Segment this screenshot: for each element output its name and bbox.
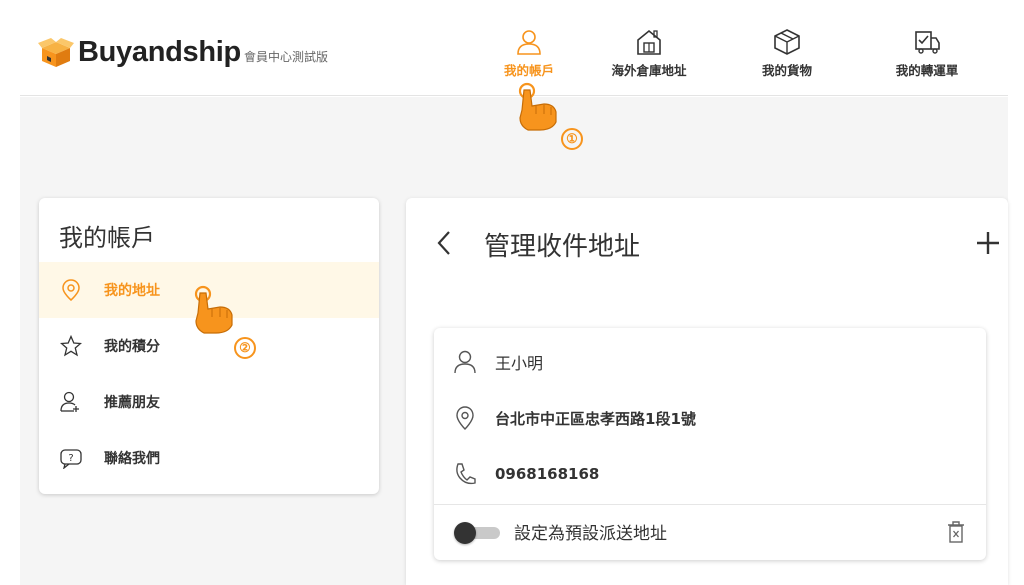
toggle-knob [454, 522, 476, 544]
logo-text: Buyandship [78, 36, 241, 68]
sidebar-item-label: 我的地址 [104, 283, 160, 299]
sidebar-title: 我的帳戶 [59, 224, 155, 252]
address-location-row: 台北市中正區忠孝西路1段1號 [434, 398, 986, 438]
address-name-row: 王小明 [434, 342, 986, 382]
recipient-name: 王小明 [495, 354, 544, 373]
svg-text:?: ? [68, 453, 73, 464]
nav-my-goods[interactable]: 我的貨物 [732, 28, 842, 79]
default-address-toggle[interactable] [454, 522, 500, 544]
add-user-icon [60, 391, 79, 412]
chat-question-icon: ? [60, 449, 82, 469]
address-card[interactable]: 王小明 台北市中正區忠孝西路1段1號 0968168168 設定為預設派送地址 [434, 328, 986, 560]
warehouse-icon [637, 29, 661, 55]
truck-checklist-icon [915, 31, 940, 54]
location-pin-icon [62, 279, 80, 301]
step-one-marker: ① [561, 128, 583, 150]
address-phone-row: 0968168168 [434, 454, 986, 494]
phone-icon [456, 463, 476, 485]
back-chevron-icon[interactable] [436, 230, 452, 256]
step-two-marker: ② [234, 337, 256, 359]
recipient-address: 台北市中正區忠孝西路1段1號 [495, 409, 696, 428]
buyandship-logo[interactable]: Buyandship [38, 36, 241, 69]
sidebar-item-label: 聯絡我們 [104, 451, 160, 467]
person-icon [454, 350, 476, 374]
nav-my-account[interactable]: 我的帳戶 [474, 28, 584, 79]
nav-my-shipments[interactable]: 我的轉運單 [872, 28, 982, 79]
sidebar-item-label: 推薦朋友 [104, 395, 160, 411]
user-icon [517, 30, 541, 55]
recipient-phone: 0968168168 [495, 465, 600, 483]
nav-label: 海外倉庫地址 [611, 63, 687, 78]
divider [434, 504, 986, 505]
trash-icon[interactable] [946, 520, 966, 544]
pointing-hand-icon [194, 285, 233, 334]
account-sidebar: 我的帳戶 我的地址 我的積分 推薦朋友 ? 聯絡我們 [39, 198, 379, 494]
nav-label: 我的貨物 [761, 63, 812, 78]
pointing-hand-icon [518, 82, 557, 131]
sidebar-item-refer-friends[interactable]: 推薦朋友 [39, 374, 379, 430]
nav-label: 我的帳戶 [503, 63, 554, 78]
page-title: 管理收件地址 [484, 232, 641, 262]
add-icon[interactable] [976, 231, 1000, 255]
nav-label: 我的轉運單 [895, 63, 959, 78]
site-subtitle: 會員中心測試版 [244, 50, 329, 64]
address-management-panel: 管理收件地址 王小明 台北市中正區忠孝西路1段1號 0968168168 設定為… [406, 198, 1008, 585]
sidebar-item-label: 我的積分 [104, 339, 160, 355]
star-icon [60, 335, 82, 357]
nav-warehouse-address[interactable]: 海外倉庫地址 [594, 28, 704, 79]
sidebar-item-contact-us[interactable]: ? 聯絡我們 [39, 430, 379, 486]
location-pin-icon [456, 406, 474, 430]
box-logo-icon [38, 37, 74, 67]
default-address-label: 設定為預設派送地址 [514, 524, 667, 544]
box-icon [774, 29, 800, 55]
